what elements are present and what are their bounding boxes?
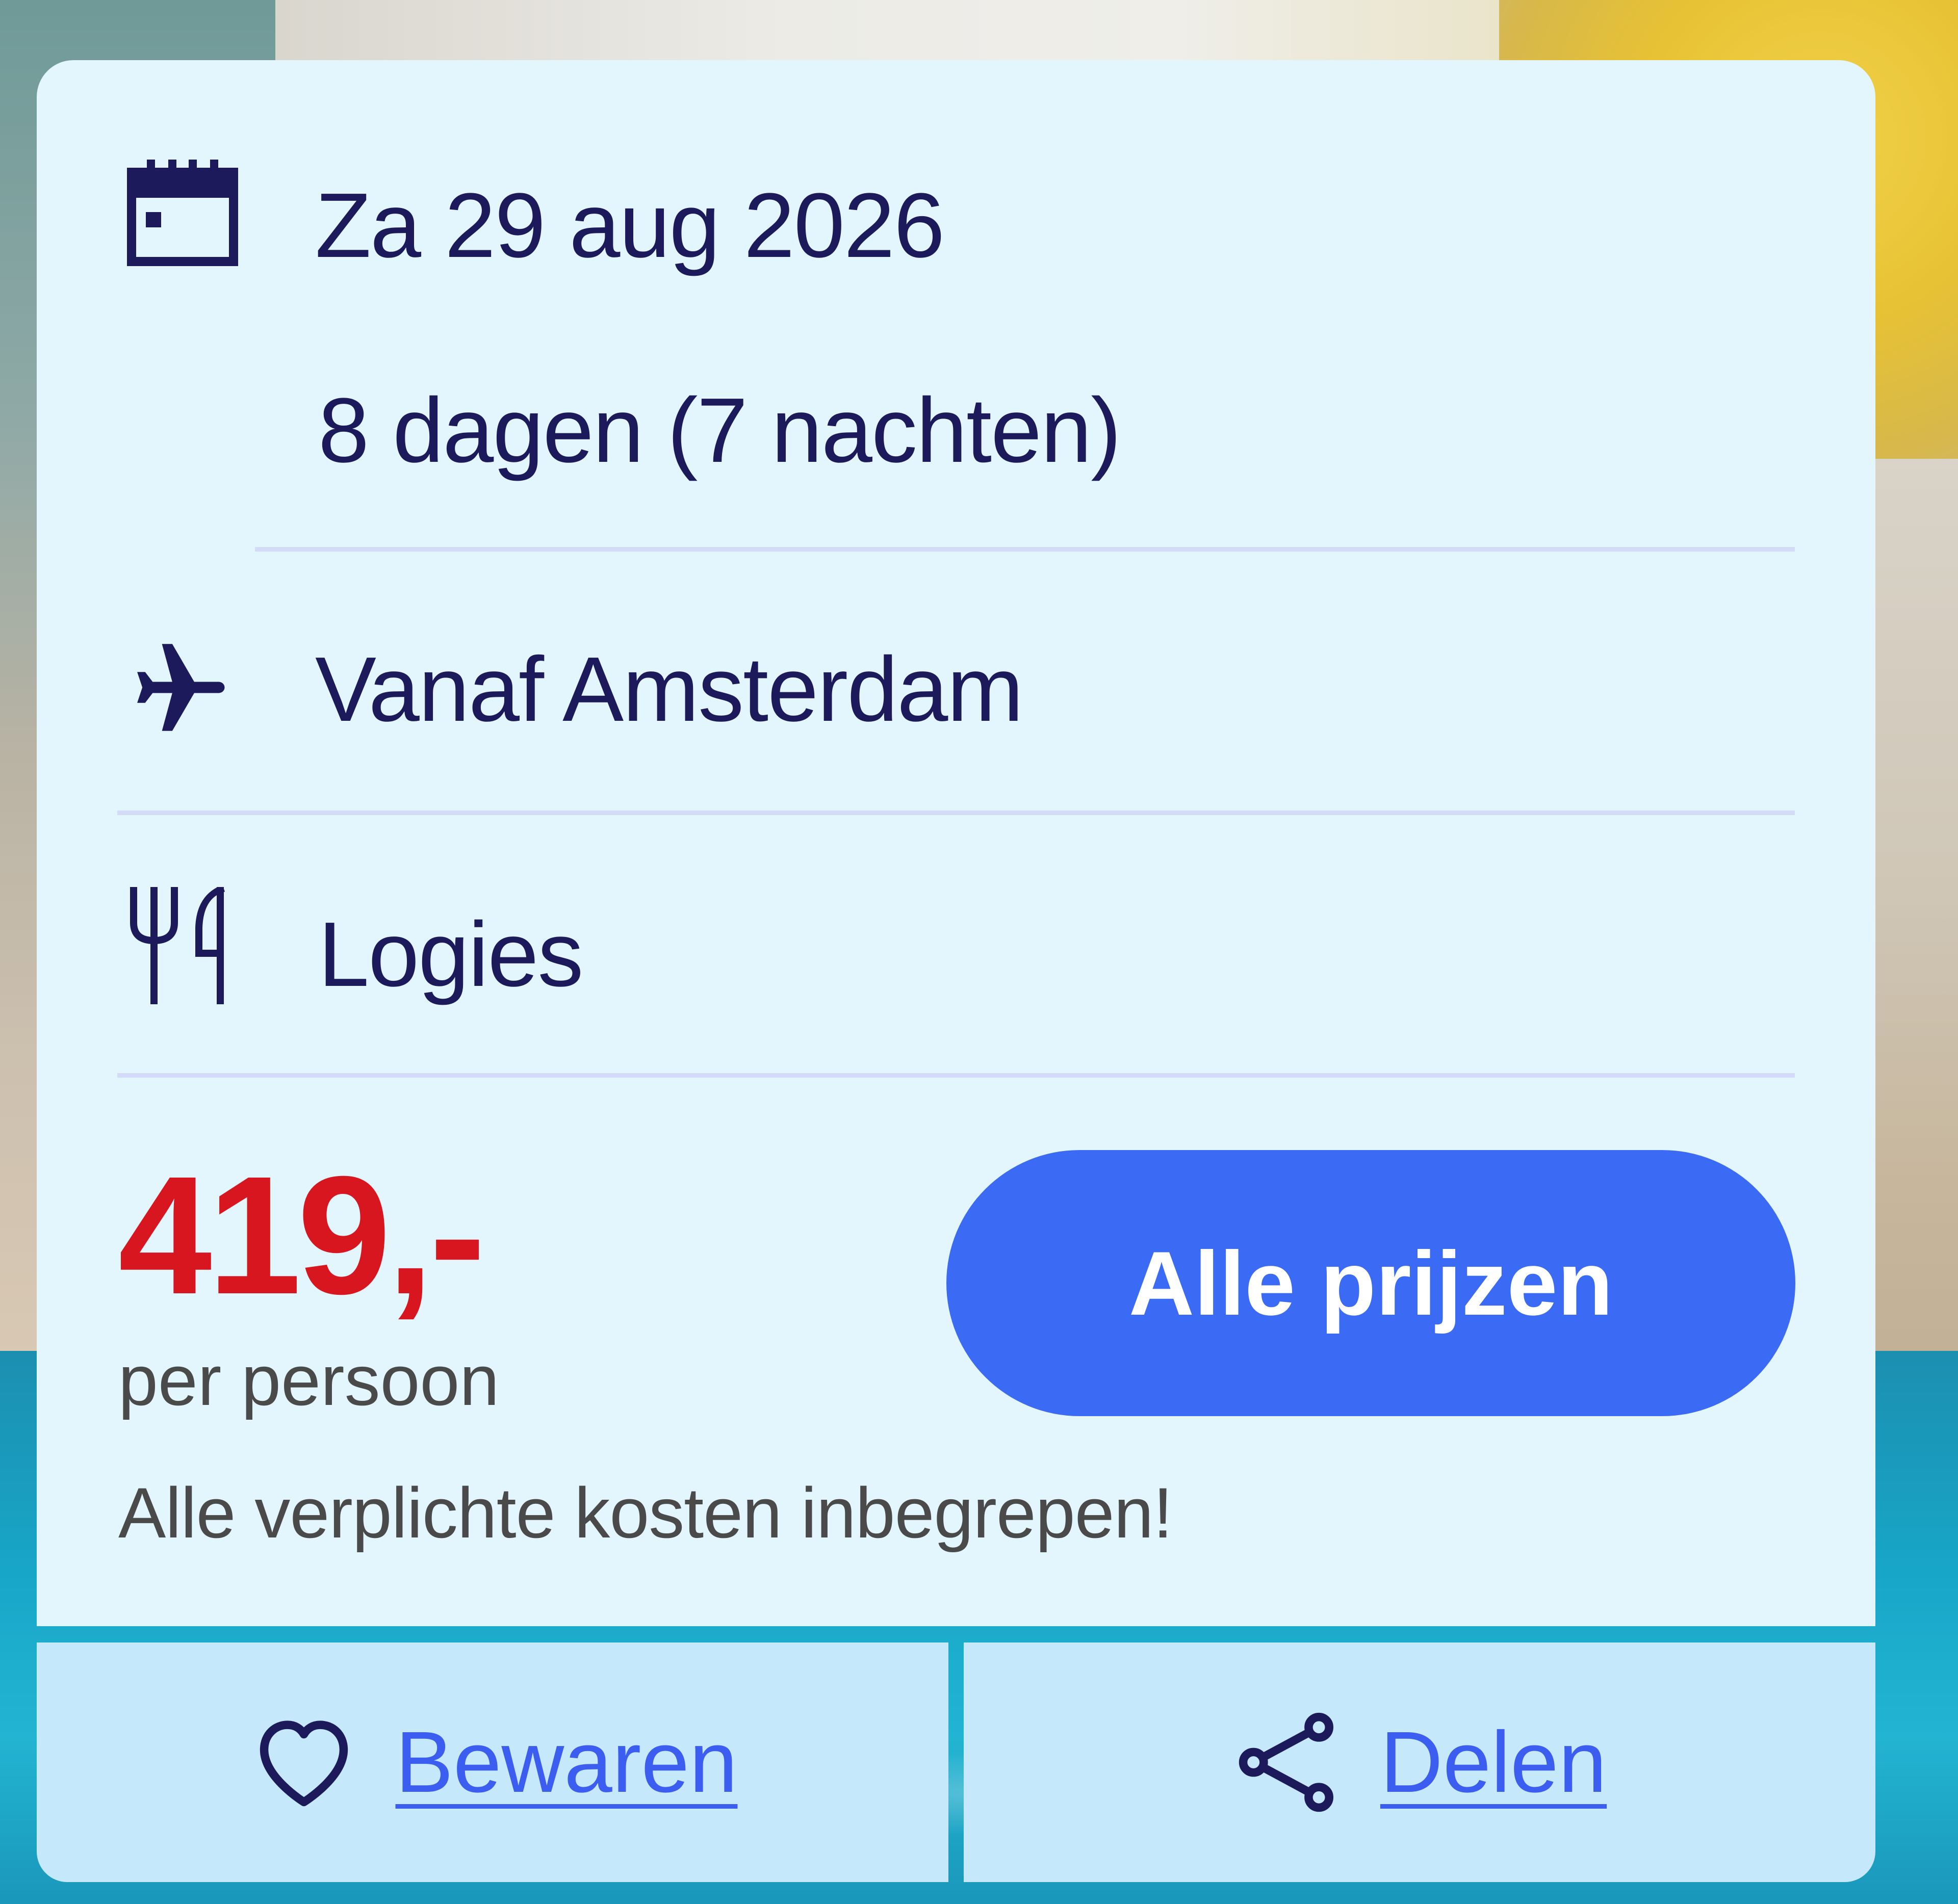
divider — [117, 1073, 1795, 1078]
all-prices-button[interactable]: Alle prijzen — [946, 1150, 1795, 1416]
heart-icon — [260, 1720, 348, 1807]
fork-knife-icon — [130, 887, 225, 1004]
save-link[interactable]: Bewaren — [396, 1719, 738, 1806]
price: 419,- — [118, 1141, 485, 1329]
save-button[interactable]: Bewaren — [37, 1642, 948, 1882]
action-bar: Bewaren Delen — [37, 1642, 1875, 1882]
costs-note: Alle verplichte kosten inbegrepen! — [118, 1473, 1173, 1553]
departure-date: Za 29 aug 2026 — [315, 174, 945, 277]
divider — [117, 811, 1795, 815]
share-icon — [1239, 1712, 1333, 1812]
price-unit: per persoon — [118, 1340, 500, 1420]
trip-card: Za 29 aug 2026 8 dagen (7 nachten) Vanaf… — [37, 60, 1875, 1626]
board-type: Logies — [318, 903, 583, 1006]
divider — [255, 547, 1795, 552]
airplane-icon — [137, 644, 225, 731]
departure-airport: Vanaf Amsterdam — [315, 638, 1023, 741]
share-button[interactable]: Delen — [964, 1642, 1875, 1882]
calendar-icon — [127, 160, 238, 266]
trip-duration: 8 dagen (7 nachten) — [318, 379, 1121, 482]
share-link[interactable]: Delen — [1380, 1719, 1607, 1806]
